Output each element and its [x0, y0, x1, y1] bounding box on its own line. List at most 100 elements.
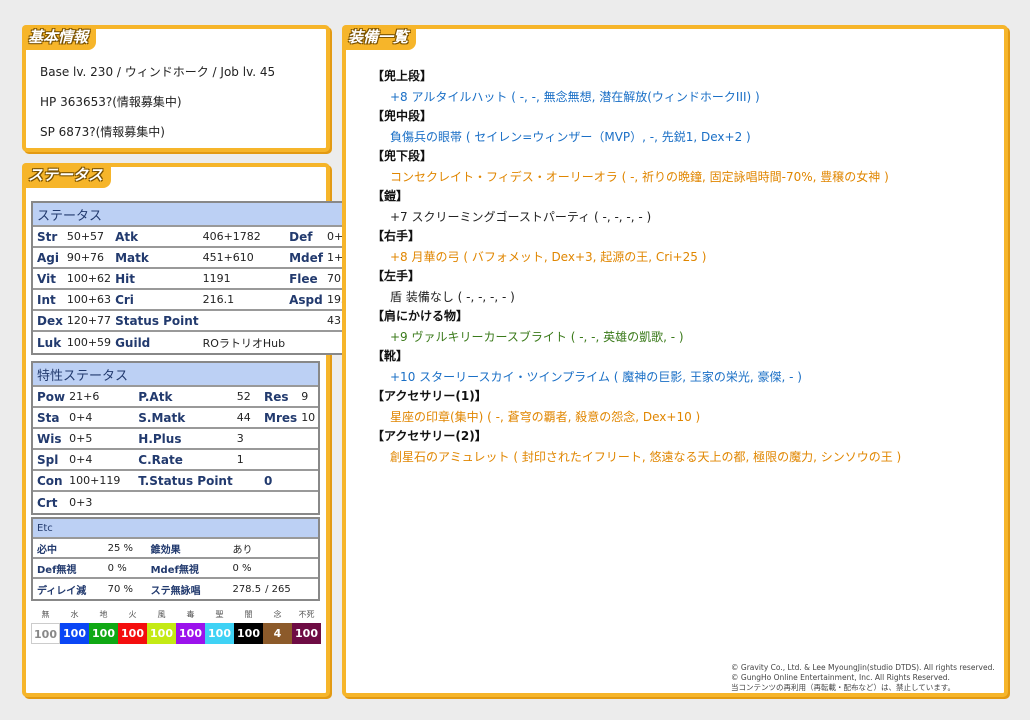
stat-value — [232, 492, 261, 513]
stat-value: ROラトリオHub — [198, 332, 286, 353]
stat-label: ステ無詠唱 — [146, 579, 229, 599]
slot-name: 【鎧】 — [372, 189, 409, 203]
stat-label — [285, 311, 323, 332]
slot-item: +7 スクリーミングゴーストパーティ ( -, -, -, - ) — [390, 210, 652, 224]
equipment-title: 装備一覧 — [342, 25, 417, 50]
stat-label: Pow — [33, 387, 66, 408]
element-3: 火 100 — [118, 609, 147, 644]
etc-table: Etc 必中 25 % 錐効果 あり Def無視 0 % Mdef無視 0 % ディレイ減 70 %… — [31, 517, 320, 601]
table-row: Sta 0+4 S.Matk 44 Mres 10 — [33, 408, 318, 429]
stat-value — [297, 450, 318, 471]
equipment-slot: 【兜中段】 負傷兵の眼帯 ( セイレン=ウィンザー（MVP）, -, 先鋭1, D… — [372, 107, 751, 145]
stat-value — [261, 539, 318, 559]
stat-label: Str — [33, 227, 63, 248]
stat-label — [260, 492, 298, 513]
equipment-slot: 【右手】 +8 月華の弓 ( バフォメット, Dex+3, 起源の王, Cri+2… — [372, 227, 706, 265]
stat-label — [260, 429, 298, 450]
stat-label: Int — [33, 290, 63, 311]
element-value: 100 — [176, 623, 205, 644]
stat-label: Con — [33, 471, 66, 492]
slot-name: 【兜下段】 — [372, 149, 433, 163]
element-label: 聖 — [215, 610, 224, 619]
stat-value: 406+1782 — [198, 227, 286, 248]
stat-label: Mdef無視 — [146, 559, 229, 579]
slot-name: 【右手】 — [372, 229, 421, 243]
stat-label: S.Matk — [134, 408, 233, 429]
table-row: Luk 100+59 Guild ROラトリオHub — [33, 332, 359, 353]
element-value: 100 — [31, 623, 60, 644]
stat-label: Luk — [33, 332, 63, 353]
stat-label: C.Rate — [134, 450, 233, 471]
stat-value: 90+76 — [62, 248, 112, 269]
stat-value — [232, 471, 261, 492]
stat-value: 70 % — [103, 579, 147, 599]
level-job: Base lv. 230 / ウィンドホーク / Job lv. 45 — [40, 65, 276, 79]
element-9: 不死 100 — [292, 609, 321, 644]
slot-name: 【靴】 — [372, 349, 409, 363]
table-header-row: 特性ステータス — [33, 363, 318, 387]
stat-value: 21+6 — [65, 387, 135, 408]
stat-label: Matk — [111, 248, 199, 269]
equipment-slot: 【鎧】 +7 スクリーミングゴーストパーティ ( -, -, -, - ) — [372, 187, 651, 225]
stat-value: 0+4 — [65, 408, 135, 429]
slot-item: +8 月華の弓 ( バフォメット, Dex+3, 起源の王, Cri+25 ) — [390, 250, 707, 264]
stat-value: / 265 — [261, 579, 318, 599]
element-5: 毒 100 — [176, 609, 205, 644]
table-row: Str 50+57 Atk 406+1782 Def 0+0 — [33, 227, 359, 248]
stat-value — [297, 492, 318, 513]
element-0: 無 100 — [31, 609, 60, 644]
table-header: 特性ステータス — [33, 363, 318, 387]
element-value: 100 — [89, 623, 118, 644]
stat-value: 52 — [232, 387, 261, 408]
equipment-slot: 【兜上段】 +8 アルタイルハット ( -, -, 無念無想, 潜在解放(ウィンド… — [372, 67, 760, 105]
stat-value: 3 — [232, 429, 261, 450]
table-row: Wis 0+5 H.Plus 3 — [33, 429, 318, 450]
table-row: Def無視 0 % Mdef無視 0 % — [33, 559, 318, 579]
stat-label: Vit — [33, 269, 63, 290]
table-row: 必中 25 % 錐効果 あり — [33, 539, 318, 559]
table-row: Int 100+63 Cri 216.1 Aspd 193 — [33, 290, 359, 311]
element-value: 100 — [147, 623, 176, 644]
stat-label — [260, 450, 298, 471]
table-header: Etc — [33, 519, 318, 539]
stat-value: 44 — [232, 408, 261, 429]
element-value: 100 — [234, 623, 263, 644]
slot-name: 【肩にかける物】 — [372, 309, 469, 323]
copyright-line: 当コンテンツの再利用（再転載・配布など）は、禁止しています。 — [731, 683, 956, 692]
element-2: 地 100 — [89, 609, 118, 644]
element-1: 水 100 — [60, 609, 89, 644]
stat-label: Dex — [33, 311, 63, 332]
stat-value — [261, 559, 318, 579]
element-value: 100 — [205, 623, 234, 644]
element-label: 火 — [128, 610, 137, 619]
slot-name: 【アクセサリー(1)】 — [372, 389, 487, 403]
equipment-slot: 【アクセサリー(1)】 星座の印章(集中) ( -, 蒼穹の覇者, 殺意の怨念, … — [372, 387, 700, 425]
equipment-slot: 【兜下段】 コンセクレイト・フィデス・オーリーオラ ( -, 祈りの晩鐘, 固定詠… — [372, 147, 889, 185]
stat-label: Mres — [260, 408, 298, 429]
stat-label: Def無視 — [33, 559, 104, 579]
stat-label: Def — [285, 227, 323, 248]
element-label: 水 — [70, 610, 79, 619]
basic-info-panel: 基本情報 Base lv. 230 / ウィンドホーク / Job lv. 45… — [22, 25, 330, 152]
stat-label: Atk — [111, 227, 199, 248]
stat-value: 9 — [297, 387, 318, 408]
table-row: Agi 90+76 Matk 451+610 Mdef 1+0 — [33, 248, 359, 269]
element-4: 風 100 — [147, 609, 176, 644]
equipment-panel: 装備一覧 【兜上段】 +8 アルタイルハット ( -, -, 無念無想, 潜在解放… — [342, 25, 1008, 697]
stat-value — [297, 429, 318, 450]
element-value: 100 — [60, 623, 89, 644]
stat-value: 100+63 — [62, 290, 112, 311]
stat-label: T.Status Point — [134, 471, 233, 492]
stat-label: Agi — [33, 248, 63, 269]
stat-value: 451+610 — [198, 248, 286, 269]
stat-value: 1 — [232, 450, 261, 471]
stat-label: H.Plus — [134, 429, 233, 450]
table-row: Spl 0+4 C.Rate 1 — [33, 450, 318, 471]
stat-label: Guild — [111, 332, 199, 353]
slot-item: 創星石のアミュレット ( 封印されたイフリート, 悠遠なる天上の都, 極限の魔力… — [390, 450, 902, 464]
slot-item: +8 アルタイルハット ( -, -, 無念無想, 潜在解放(ウィンドホークII… — [390, 90, 760, 104]
element-label: 不死 — [298, 610, 315, 619]
stat-value: 0 % — [103, 559, 147, 579]
stat-value: 216.1 — [198, 290, 286, 311]
stat-label: 錐効果 — [146, 539, 229, 559]
